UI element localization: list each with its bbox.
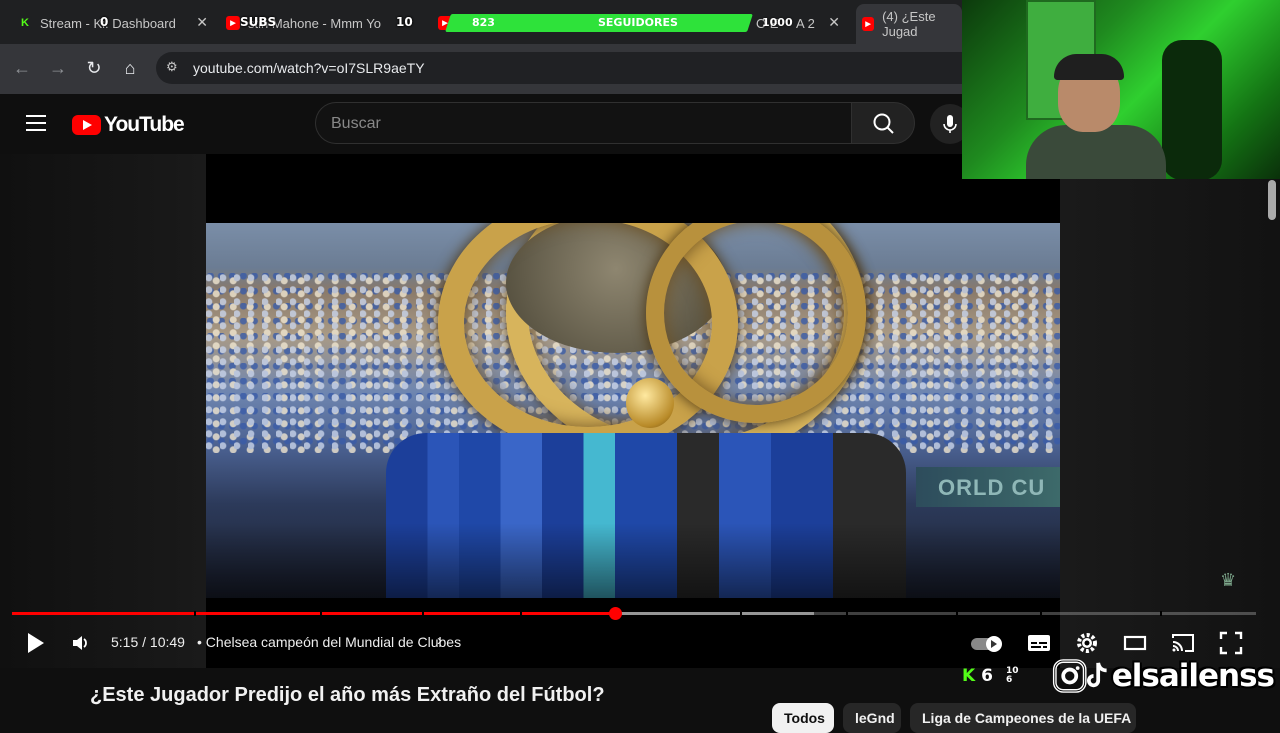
chapter-marker: [846, 611, 848, 616]
tiktok-handle-overlay: elsailenss: [1052, 652, 1275, 700]
page-scrollbar[interactable]: [1268, 180, 1276, 220]
chip-all[interactable]: Todos: [772, 703, 834, 733]
url-text[interactable]: youtube.com/watch?v=oI7SLR9aeTY: [193, 60, 425, 76]
player-ambient-left: [0, 154, 206, 668]
autoplay-toggle[interactable]: [970, 630, 1002, 656]
mini-stat-bottom: 6: [1006, 675, 1013, 685]
webcam-person-body: [1026, 125, 1166, 179]
play-button[interactable]: [26, 632, 46, 654]
chapter-marker: [956, 611, 958, 616]
chip-topic[interactable]: Liga de Campeones de la UEFA: [910, 703, 1136, 733]
tab-label-trail: A 2: [796, 15, 815, 31]
followers-goal-value: 1000: [762, 16, 793, 29]
time-display: 5:15 / 10:49: [111, 634, 185, 650]
tiktok-icon: [1087, 662, 1108, 688]
crown-icon: ♛: [1220, 570, 1237, 590]
followers-label: SEGUIDORES: [598, 16, 678, 29]
subs-goal-value: 10: [396, 15, 413, 29]
chip-channel[interactable]: leGnd: [843, 703, 901, 733]
youtube-icon: ▶: [226, 16, 240, 30]
autoplay-icon: [971, 636, 1002, 652]
subtitles-icon: [1028, 635, 1050, 651]
chapter-marker: [320, 611, 322, 616]
chapter-marker: [1040, 611, 1042, 616]
search-button[interactable]: [851, 102, 915, 144]
chapter-marker: [1160, 611, 1162, 616]
subs-label: SUBS: [240, 15, 277, 29]
world-cup-banner: ORLD CU: [916, 467, 1060, 507]
chapter-separator: •: [197, 634, 202, 650]
banner-text: ORLD CU: [938, 475, 1046, 500]
chapter-marker: [194, 611, 196, 616]
webcam-overlay: [962, 0, 1280, 179]
reload-icon[interactable]: ↻: [84, 58, 104, 78]
mini-stat: 10 6: [1006, 667, 1019, 685]
kick-icon: K: [18, 16, 32, 30]
youtube-logo[interactable]: YouTube: [72, 113, 185, 137]
video-title: ¿Este Jugador Predijo el año más Extraño…: [90, 684, 605, 706]
chevron-right-icon[interactable]: ›: [437, 632, 442, 649]
tab-label: Stream - Ki: [40, 15, 106, 31]
webcam-person-hat: [1054, 54, 1124, 80]
instagram-icon: [1052, 659, 1087, 693]
youtube-logo-text: YouTube: [104, 113, 185, 136]
forward-icon[interactable]: →: [48, 58, 68, 78]
chapter-title[interactable]: • Chelsea campeón del Mundial de Clubes: [197, 634, 461, 650]
subtitles-button[interactable]: [1026, 630, 1052, 656]
close-tab-icon[interactable]: ✕: [828, 14, 840, 31]
frame-shadow: [206, 523, 1060, 598]
tiktok-handle-text: elsailenss: [1111, 658, 1275, 694]
player-ambient-right: [1060, 154, 1280, 668]
chapter-marker: [422, 611, 424, 616]
search-input[interactable]: [315, 102, 851, 144]
chapter-title-text: Chelsea campeón del Mundial de Clubes: [205, 634, 462, 650]
tab-kick-dashboard[interactable]: K Stream - Ki : Dashboard ✕: [18, 8, 214, 38]
kick-icon: K: [962, 666, 976, 686]
search-placeholder: Buscar: [331, 115, 381, 132]
close-tab-icon[interactable]: ✕: [196, 14, 208, 31]
tab-label-suffix: : Dashboard: [105, 15, 176, 31]
subs-start-value: 0: [100, 15, 109, 29]
volume-button[interactable]: [70, 632, 92, 654]
video-frame[interactable]: ORLD CU: [206, 223, 1060, 598]
chapter-marker: [520, 611, 522, 616]
tab-label: (4) ¿Este Jugad: [882, 9, 936, 39]
chapter-marker: [740, 611, 742, 616]
kick-viewer-count: 6: [981, 666, 993, 686]
progress-scrubber[interactable]: [609, 607, 622, 620]
back-icon[interactable]: ←: [12, 58, 32, 78]
search-icon: [873, 113, 894, 134]
kick-viewer-badge: K 6: [962, 666, 993, 686]
volume-icon: [73, 636, 87, 650]
menu-icon[interactable]: [26, 115, 46, 131]
youtube-icon: ▶: [862, 17, 875, 31]
site-info-icon[interactable]: ⚙: [166, 59, 182, 75]
tab-active-video[interactable]: ▶ (4) ¿Este Jugad: [856, 4, 962, 44]
progress-played: [12, 612, 615, 615]
youtube-logo-icon: [72, 115, 101, 135]
home-icon[interactable]: ⌂: [120, 58, 140, 78]
webcam-chair: [1162, 40, 1222, 179]
followers-count: 823: [472, 16, 495, 29]
trophy-cup: [626, 378, 674, 428]
